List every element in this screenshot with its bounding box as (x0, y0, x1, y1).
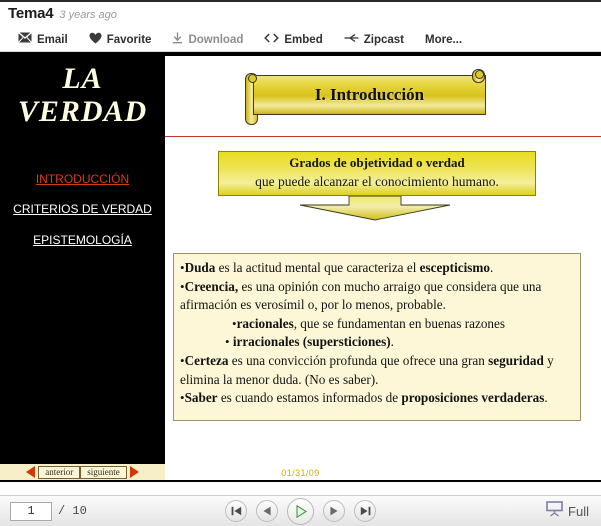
slide-heading-text: I. Introducción (315, 85, 424, 105)
slide-date-label: 01/31/09 (0, 468, 601, 478)
action-toolbar: Email Favorite Download Embed (0, 28, 601, 52)
bullet-duda-bold2: escepticismo (420, 260, 490, 275)
next-button[interactable] (323, 500, 345, 522)
embed-button[interactable]: Embed (264, 33, 322, 47)
next-icon (329, 506, 339, 516)
slide-bullet-panel: •Duda es la actitud mental que caracteri… (173, 253, 581, 421)
projector-screen-icon (546, 501, 563, 522)
summary-callout: Grados de objetividad o verdad que puede… (218, 151, 536, 196)
page-indicator: / 10 (10, 502, 87, 521)
bullet-duda-rest: es la actitud mental que caracteriza el (215, 260, 419, 275)
sidebar-item-criterios-de-verdad[interactable]: CRITERIOS DE VERDAD (0, 202, 165, 216)
bullet-saber: •Saber es cuando estamos informados de p… (180, 389, 572, 408)
favorite-button[interactable]: Favorite (89, 32, 152, 48)
sidebar-item-introduccion[interactable]: INTRODUCCIÓN (0, 172, 165, 186)
prev-icon (262, 506, 272, 516)
fullscreen-button[interactable]: Full (546, 501, 589, 522)
bullet-certeza-bold2: seguridad (488, 353, 544, 368)
embed-label: Embed (284, 34, 322, 46)
email-label: Email (37, 34, 68, 46)
download-label: Download (188, 34, 243, 46)
bullet-creencia-term: Creencia, (185, 279, 239, 294)
page-header: Tema4 3 years ago (0, 0, 601, 28)
bullet-irracionales-term: irracionales (supersticiones) (233, 334, 391, 349)
slide-logo-line2: VERDAD (0, 95, 165, 128)
more-button[interactable]: More... (425, 34, 462, 46)
slide-heading-banner: I. Introducción (244, 73, 486, 119)
bullet-creencia: •Creencia, es una opinión con mucho arra… (180, 278, 572, 315)
heart-icon (89, 32, 102, 48)
page-number-input[interactable] (10, 502, 52, 521)
slide-logo-line1: LA (0, 62, 165, 95)
divider-rule (165, 136, 601, 137)
skip-to-last-button[interactable] (354, 500, 376, 522)
bullet-irracionales: • irracionales (supersticiones). (180, 333, 572, 352)
bullet-saber-end: . (544, 390, 547, 405)
bullet-irracionales-end: . (391, 334, 394, 349)
skip-back-icon (231, 506, 242, 516)
zipcast-label: Zipcast (364, 34, 404, 46)
more-label: More... (425, 34, 462, 46)
sidebar-item-epistemologia[interactable]: EPISTEMOLOGÍA (0, 233, 165, 247)
play-icon (294, 505, 307, 518)
bullet-racionales-rest: , que se fundamentan en buenas razones (294, 316, 505, 331)
upload-age: 3 years ago (59, 9, 116, 21)
bullet-certeza-term: Certeza (185, 353, 229, 368)
bullet-duda-end: . (490, 260, 493, 275)
download-button[interactable]: Download (172, 32, 243, 48)
bullet-saber-bold2: proposiciones verdaderas (401, 390, 544, 405)
bullet-certeza-mid: es una convicción profunda que ofrece un… (228, 353, 488, 368)
slide-sidebar: LA VERDAD INTRODUCCIÓN CRITERIOS DE VERD… (0, 56, 165, 480)
slide-logo: LA VERDAD (0, 62, 165, 128)
code-icon (264, 33, 279, 47)
bullet-saber-term: Saber (185, 390, 218, 405)
page-total-label: / 10 (58, 504, 87, 518)
envelope-icon (18, 32, 32, 47)
skip-to-first-button[interactable] (225, 500, 247, 522)
bullet-duda-term: Duda (185, 260, 216, 275)
scroll-knob-left-icon (248, 74, 257, 83)
email-button[interactable]: Email (18, 32, 68, 47)
summary-line-2: que puede alcanzar el conocimiento human… (219, 172, 535, 191)
player-bar: / 10 (0, 495, 601, 526)
down-arrow-icon (298, 196, 452, 221)
scroll-knob-right-icon (475, 70, 484, 79)
bullet-saber-mid: es cuando estamos informados de (218, 390, 402, 405)
summary-line-1: Grados de objetividad o verdad (219, 154, 535, 172)
zipcast-button[interactable]: Zipcast (344, 33, 404, 47)
skip-forward-icon (360, 506, 371, 516)
scroll-body: I. Introducción (253, 75, 486, 115)
slide-content-area: I. Introducción Grados de objetividad o … (165, 56, 601, 480)
slide-canvas: LA VERDAD INTRODUCCIÓN CRITERIOS DE VERD… (0, 56, 601, 480)
download-icon (172, 32, 183, 48)
bullet-racionales-term: racionales (237, 316, 294, 331)
bullet-duda: •Duda es la actitud mental que caracteri… (180, 259, 572, 278)
bullet-certeza: •Certeza es una convicción profunda que … (180, 352, 572, 389)
previous-button[interactable] (256, 500, 278, 522)
page-title: Tema4 (8, 5, 53, 22)
broadcast-icon (344, 33, 359, 47)
play-button[interactable] (287, 498, 314, 525)
bullet-racionales: •racionales, que se fundamentan en buena… (180, 315, 572, 334)
fullscreen-label: Full (568, 504, 589, 519)
slide-viewport[interactable]: LA VERDAD INTRODUCCIÓN CRITERIOS DE VERD… (0, 52, 601, 482)
favorite-label: Favorite (107, 34, 152, 46)
transport-controls (0, 498, 601, 525)
